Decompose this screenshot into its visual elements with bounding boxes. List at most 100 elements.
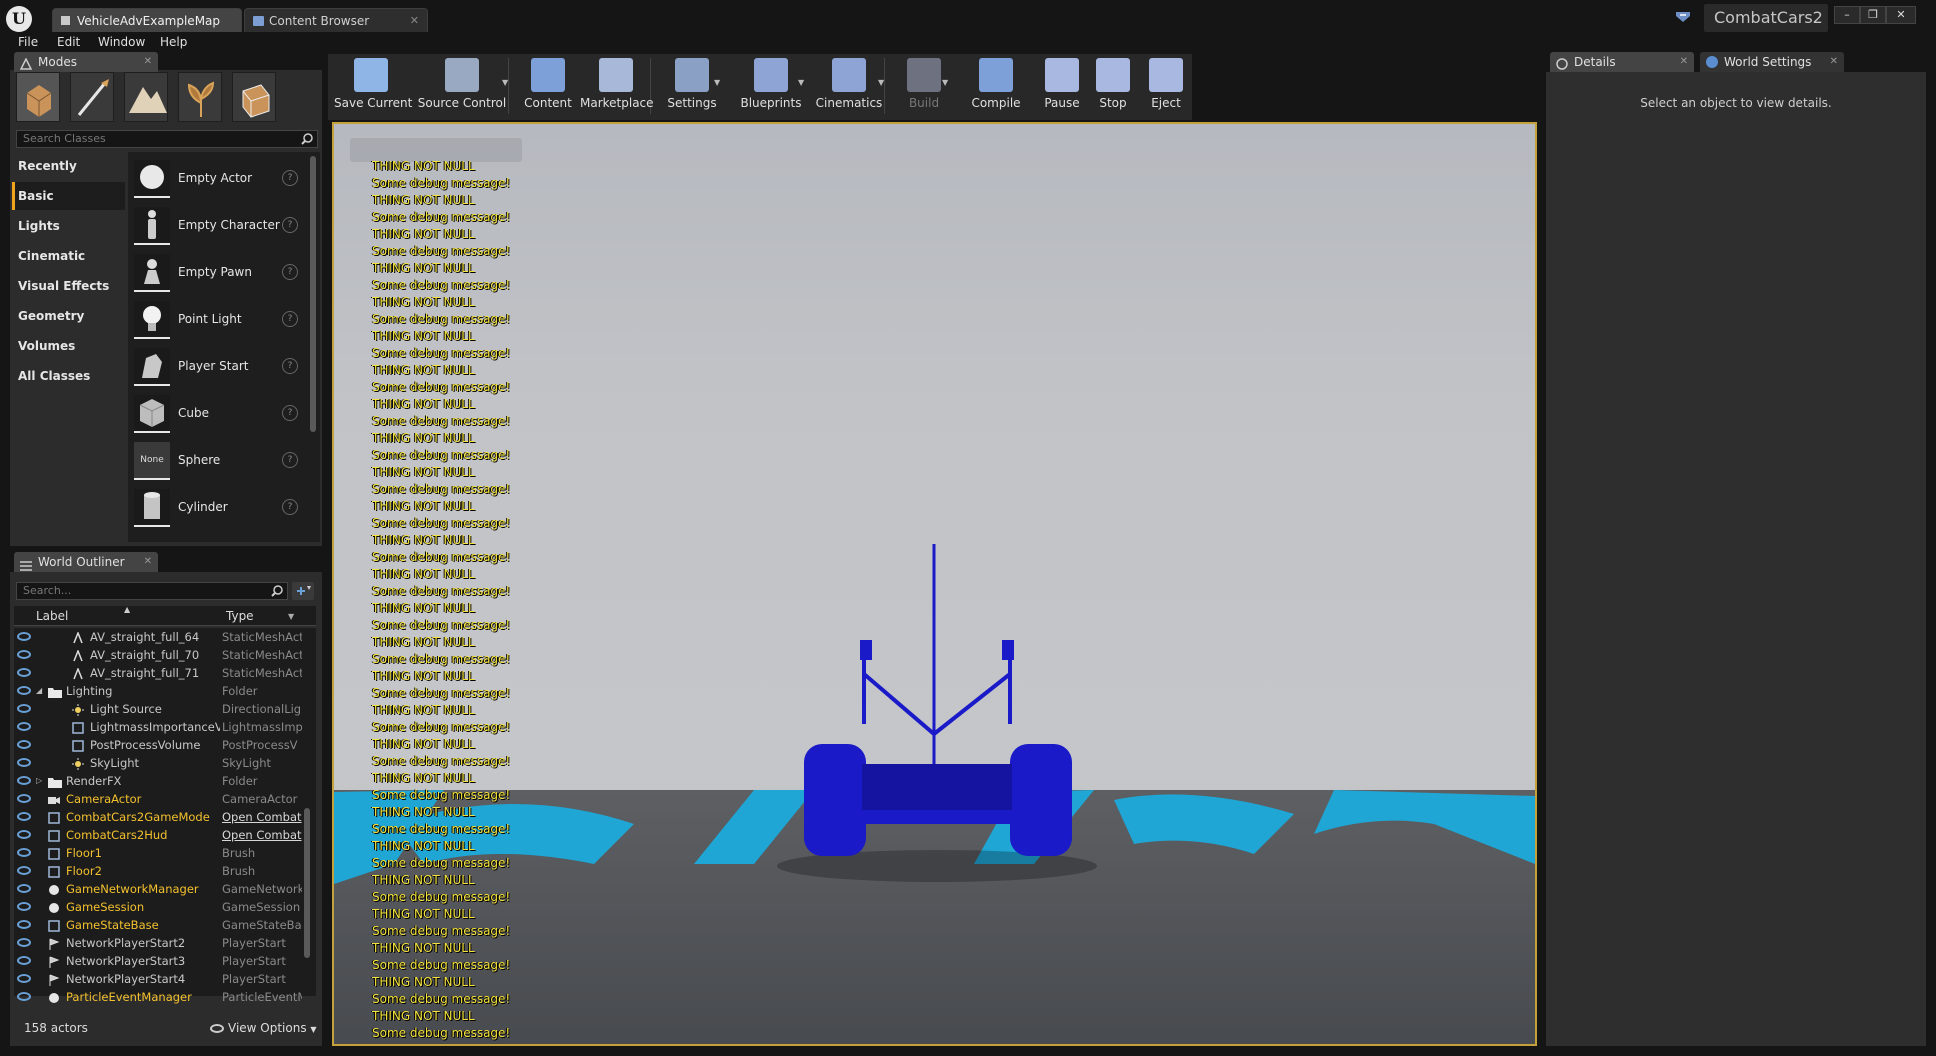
help-icon[interactable]: ? (282, 170, 298, 186)
visibility-eye-icon[interactable] (17, 884, 31, 893)
outliner-row[interactable]: CameraActor CameraActor (14, 790, 306, 808)
source-control-button[interactable]: Source Control ▼ (412, 58, 512, 114)
unreal-logo-icon[interactable]: U (6, 6, 32, 32)
dropdown-arrow-icon[interactable]: ▼ (878, 78, 884, 87)
outliner-row[interactable]: SkyLight SkyLight (14, 754, 306, 772)
help-icon[interactable]: ? (282, 217, 298, 233)
outliner-row[interactable]: AV_straight_full_71 StaticMeshAct (14, 664, 306, 682)
help-icon[interactable]: ? (282, 499, 298, 515)
outliner-row[interactable]: ▷ RenderFX Folder (14, 772, 306, 790)
help-icon[interactable]: ? (282, 311, 298, 327)
outliner-row[interactable]: Light Source DirectionalLigl (14, 700, 306, 718)
visibility-eye-icon[interactable] (17, 758, 31, 767)
add-filter-button[interactable] (292, 582, 314, 600)
class-item-cylinder[interactable]: Cylinder ? (132, 485, 302, 529)
class-item-point-light[interactable]: Point Light ? (132, 297, 302, 341)
dropdown-arrow-icon[interactable]: ▼ (714, 78, 720, 87)
close-window-button[interactable]: ✕ (1886, 6, 1916, 24)
marketplace-button[interactable]: Marketplace (580, 58, 654, 114)
open-blueprint-link[interactable]: Open Combat (222, 808, 302, 826)
category-all-classes[interactable]: All Classes (12, 362, 125, 390)
dropdown-arrow-icon[interactable]: ▼ (502, 78, 508, 87)
build-button[interactable]: Build ▼ (896, 58, 952, 114)
geometry-mode-button[interactable] (232, 72, 276, 122)
visibility-eye-icon[interactable] (17, 902, 31, 911)
visibility-eye-icon[interactable] (17, 794, 31, 803)
close-tab-icon[interactable]: ✕ (1830, 52, 1838, 72)
help-icon[interactable]: ? (282, 358, 298, 374)
dropdown-arrow-icon[interactable]: ▼ (942, 78, 948, 87)
visibility-eye-icon[interactable] (17, 938, 31, 947)
tab-world-settings[interactable]: World Settings ✕ (1700, 52, 1844, 72)
visibility-eye-icon[interactable] (17, 686, 31, 695)
tab-details[interactable]: Details ✕ (1550, 52, 1694, 72)
class-item-empty-pawn[interactable]: Empty Pawn ? (132, 250, 302, 294)
visibility-eye-icon[interactable] (17, 956, 31, 965)
cinematics-button[interactable]: Cinematics ▼ (810, 58, 888, 114)
tab-content-browser[interactable]: Content Browser ✕ (244, 8, 428, 32)
outliner-row[interactable]: ParticleEventManager ParticleEventM (14, 988, 306, 1006)
close-tab-icon[interactable]: ✕ (144, 552, 152, 572)
visibility-eye-icon[interactable] (17, 848, 31, 857)
class-item-cube[interactable]: Cube ? (132, 391, 302, 435)
restore-button[interactable]: ❐ (1860, 6, 1886, 24)
help-icon[interactable]: ? (282, 264, 298, 280)
outliner-row[interactable]: GameStateBase GameStateBas (14, 916, 306, 934)
paint-mode-button[interactable] (70, 72, 114, 122)
view-options-button[interactable]: View Options ▼ (208, 1016, 317, 1042)
open-blueprint-link[interactable]: Open Combat (222, 826, 302, 844)
outliner-row[interactable]: Floor1 Brush (14, 844, 306, 862)
column-dropdown-icon[interactable]: ▼ (288, 612, 294, 621)
visibility-eye-icon[interactable] (17, 812, 31, 821)
class-list-scrollbar[interactable] (310, 156, 316, 432)
category-visual-effects[interactable]: Visual Effects (12, 272, 125, 300)
dropdown-arrow-icon[interactable]: ▼ (798, 78, 804, 87)
blueprints-button[interactable]: Blueprints ▼ (734, 58, 808, 114)
outliner-row[interactable]: CombatCars2GameMode Open Combat (14, 808, 306, 826)
outliner-row[interactable]: AV_straight_full_70 StaticMeshAct (14, 646, 306, 664)
visibility-eye-icon[interactable] (17, 830, 31, 839)
visibility-eye-icon[interactable] (17, 632, 31, 641)
visibility-eye-icon[interactable] (17, 704, 31, 713)
visibility-eye-icon[interactable] (17, 650, 31, 659)
expand-arrow-icon[interactable]: ◢ (36, 682, 42, 700)
close-tab-icon[interactable]: ✕ (1680, 52, 1688, 72)
pause-button[interactable]: Pause (1036, 58, 1088, 114)
save-current-button[interactable]: Save Current (334, 58, 412, 114)
menu-file[interactable]: File (18, 32, 38, 52)
source-control-status-icon[interactable] (1674, 10, 1692, 24)
outliner-row[interactable]: Floor2 Brush (14, 862, 306, 880)
visibility-eye-icon[interactable] (17, 722, 31, 731)
outliner-row[interactable]: LightmassImportanceV LightmassImp (14, 718, 306, 736)
class-item-empty-character[interactable]: Empty Character ? (132, 203, 302, 247)
menu-edit[interactable]: Edit (57, 32, 80, 52)
minimize-button[interactable]: – (1834, 6, 1860, 24)
column-label-header[interactable]: Label (36, 606, 68, 626)
content-button[interactable]: Content (520, 58, 576, 114)
outliner-row[interactable]: ◢ Lighting Folder (14, 682, 306, 700)
settings-button[interactable]: Settings ▼ (660, 58, 724, 114)
help-icon[interactable]: ? (282, 405, 298, 421)
category-recently-placed[interactable]: Recently Placed (12, 152, 125, 201)
close-tab-icon[interactable]: ✕ (144, 52, 152, 72)
outliner-row[interactable]: NetworkPlayerStart3 PlayerStart (14, 952, 306, 970)
tab-modes[interactable]: Modes ✕ (14, 52, 158, 72)
category-volumes[interactable]: Volumes (12, 332, 125, 360)
class-item-player-start[interactable]: Player Start ? (132, 344, 302, 388)
visibility-eye-icon[interactable] (17, 992, 31, 1001)
class-item-sphere[interactable]: None Sphere ? (132, 438, 302, 482)
visibility-eye-icon[interactable] (17, 668, 31, 677)
foliage-mode-button[interactable] (178, 72, 222, 122)
outliner-row[interactable]: AV_straight_full_64 StaticMeshAct (14, 628, 306, 646)
eject-button[interactable]: Eject (1140, 58, 1192, 114)
column-type-header[interactable]: Type (226, 606, 254, 626)
visibility-eye-icon[interactable] (17, 740, 31, 749)
outliner-row[interactable]: PostProcessVolume PostProcessV (14, 736, 306, 754)
place-mode-button[interactable] (16, 72, 60, 122)
class-item-empty-actor[interactable]: Empty Actor ? (132, 156, 302, 200)
level-viewport[interactable]: THING NOT NULL Some debug message! THING N… (332, 122, 1537, 1046)
search-classes-input[interactable]: Search Classes (16, 130, 318, 148)
compile-button[interactable]: Compile (970, 58, 1022, 114)
outliner-search-input[interactable]: Search... (16, 582, 288, 600)
visibility-eye-icon[interactable] (17, 920, 31, 929)
